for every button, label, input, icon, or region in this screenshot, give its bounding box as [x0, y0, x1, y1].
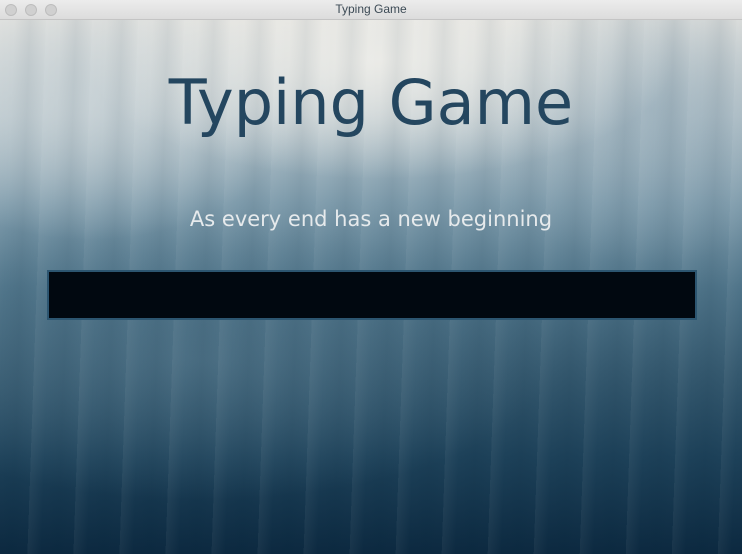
game-area: Typing Game As every end has a new begin…	[0, 20, 742, 554]
title-bar: Typing Game	[0, 0, 742, 20]
typing-input[interactable]	[47, 270, 697, 320]
target-sentence: As every end has a new beginning	[189, 207, 553, 231]
app-window: Typing Game Typing Game As every end has…	[0, 0, 742, 554]
window-title: Typing Game	[335, 2, 407, 16]
game-heading: Typing Game	[168, 66, 574, 139]
